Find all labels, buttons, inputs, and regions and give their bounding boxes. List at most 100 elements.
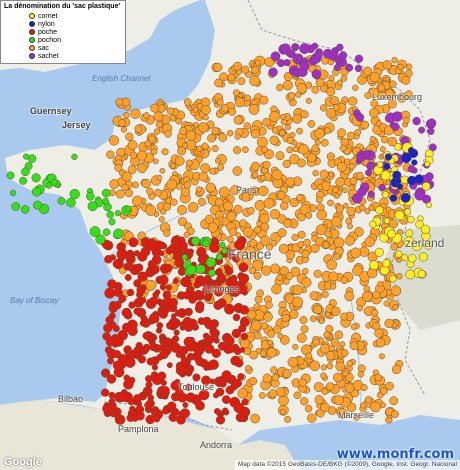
- marker-sac: [280, 201, 289, 211]
- marker-sac: [291, 233, 299, 241]
- marker-cornet: [407, 215, 415, 224]
- marker-sac: [300, 325, 309, 334]
- marker-poche: [139, 297, 147, 304]
- marker-sac: [340, 312, 349, 321]
- marker-cornet: [394, 210, 405, 221]
- marker-pochon: [71, 153, 78, 160]
- marker-sac: [269, 111, 280, 122]
- marker-sachet: [362, 150, 370, 158]
- marker-poche: [175, 351, 183, 358]
- marker-sac: [335, 361, 345, 372]
- marker-sac: [269, 208, 281, 220]
- marker-sac: [327, 199, 334, 207]
- marker-sac: [237, 77, 246, 86]
- marker-sac: [403, 117, 410, 124]
- marker-sac: [326, 87, 336, 97]
- marker-sac: [296, 83, 307, 94]
- legend-dot-sachet: [29, 53, 35, 60]
- marker-sac: [243, 226, 254, 238]
- marker-sac: [263, 197, 275, 209]
- marker-poche: [182, 402, 189, 408]
- marker-sac: [259, 95, 269, 105]
- marker-sac: [340, 276, 349, 285]
- marker-poche: [137, 271, 148, 282]
- google-logo[interactable]: Google: [4, 456, 42, 468]
- marker-sac: [293, 391, 302, 400]
- marker-sac: [350, 247, 362, 259]
- marker-sachet: [354, 64, 363, 73]
- marker-poche: [225, 385, 235, 395]
- marker-poche: [240, 332, 249, 341]
- marker-sac: [389, 80, 397, 88]
- marker-sac: [127, 140, 138, 150]
- marker-poche: [185, 280, 192, 288]
- marker-sac: [378, 353, 385, 360]
- marker-poche: [224, 303, 235, 315]
- map[interactable]: English Channel Guernsey Jersey Paris Fr…: [0, 0, 460, 470]
- marker-sac: [326, 259, 338, 271]
- marker-sac: [273, 325, 282, 334]
- marker-pochon: [21, 167, 30, 177]
- marker-sac: [129, 151, 138, 159]
- marker-sac: [256, 289, 264, 298]
- marker-sac: [369, 108, 379, 118]
- marker-sac: [261, 265, 272, 276]
- marker-pochon: [89, 226, 101, 237]
- marker-sac: [346, 131, 355, 140]
- marker-sac: [330, 96, 339, 105]
- marker-sac: [259, 174, 266, 182]
- marker-sac: [232, 166, 243, 176]
- marker-pochon: [113, 228, 124, 239]
- marker-pochon: [202, 239, 210, 248]
- marker-poche: [116, 249, 127, 260]
- marker-sac: [109, 179, 120, 189]
- marker-sac: [247, 207, 255, 215]
- marker-poche: [232, 313, 241, 322]
- marker-sac: [397, 63, 404, 71]
- marker-poche: [208, 359, 219, 370]
- marker-sac: [309, 291, 319, 301]
- marker-sac: [217, 163, 225, 171]
- marker-sac: [218, 186, 230, 198]
- marker-nylon: [401, 152, 412, 164]
- marker-sac: [314, 395, 324, 405]
- marker-sac: [304, 404, 313, 413]
- legend-label-pochon: pochon: [38, 37, 61, 44]
- marker-sac: [312, 338, 320, 347]
- marker-sac: [281, 313, 290, 322]
- marker-poche: [113, 258, 124, 270]
- marker-sac: [345, 217, 353, 225]
- marker-poche: [224, 335, 235, 346]
- marker-sac: [197, 197, 206, 206]
- marker-sac: [174, 156, 185, 166]
- marker-sac: [183, 231, 190, 238]
- marker-poche: [193, 280, 201, 289]
- marker-poche: [124, 274, 132, 281]
- marker-sac: [357, 364, 366, 373]
- marker-sac: [282, 368, 292, 379]
- marker-sac: [320, 138, 329, 147]
- marker-sac: [355, 171, 364, 180]
- marker-sachet: [268, 67, 278, 77]
- marker-sachet: [322, 48, 333, 59]
- marker-sac: [267, 339, 274, 346]
- marker-sac: [207, 133, 216, 143]
- marker-sachet: [336, 43, 344, 51]
- marker-sac: [316, 209, 328, 221]
- marker-sac: [321, 290, 329, 298]
- label-france: France: [228, 246, 272, 262]
- marker-sac: [259, 213, 270, 224]
- marker-sachet: [367, 190, 375, 198]
- marker-poche: [146, 357, 155, 366]
- marker-cornet: [369, 260, 379, 271]
- marker-sac: [266, 347, 277, 358]
- marker-sac: [258, 392, 266, 399]
- marker-sac: [326, 362, 334, 370]
- marker-sac: [333, 395, 344, 406]
- marker-poche: [113, 287, 123, 297]
- marker-pochon: [114, 210, 121, 217]
- marker-sac: [202, 114, 209, 121]
- marker-sac: [144, 140, 152, 147]
- marker-pochon: [87, 201, 98, 212]
- marker-sac: [307, 120, 316, 128]
